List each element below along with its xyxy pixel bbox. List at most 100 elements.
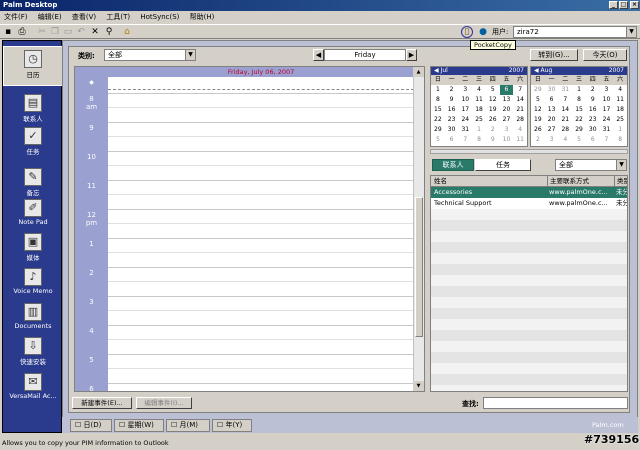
day-cell[interactable]: 25: [472, 115, 486, 125]
day-cell[interactable]: 17: [458, 105, 472, 115]
tab-year[interactable]: ☐ 年(Y): [212, 419, 252, 432]
day-cell[interactable]: 6: [545, 95, 559, 105]
table-row[interactable]: [431, 264, 627, 275]
find-icon[interactable]: ⚲: [104, 27, 114, 37]
paste-icon[interactable]: ▭: [63, 27, 73, 37]
day-cell[interactable]: 13: [500, 95, 514, 105]
table-row[interactable]: [431, 341, 627, 352]
sidebar-item-1[interactable]: ▤ 联系人: [3, 91, 63, 123]
day-cell[interactable]: 24: [600, 115, 614, 125]
day-cell[interactable]: 6: [499, 85, 514, 95]
day-cell[interactable]: 20: [500, 105, 514, 115]
col-category[interactable]: 类别: [614, 176, 627, 187]
day-cell[interactable]: 2: [445, 85, 459, 95]
scroll-down-icon[interactable]: ▼: [413, 381, 424, 391]
table-row[interactable]: [431, 374, 627, 385]
day-cell[interactable]: 5: [431, 135, 445, 145]
day-cell[interactable]: 3: [458, 85, 472, 95]
minimize-button[interactable]: _: [609, 1, 618, 9]
day-cell[interactable]: 23: [586, 115, 600, 125]
day-cell[interactable]: 17: [600, 105, 614, 115]
sidebar-item-0[interactable]: ◷ 日历: [3, 46, 63, 86]
table-row[interactable]: [431, 308, 627, 319]
sidebar-item-7[interactable]: ▥ Documents: [3, 300, 63, 330]
sidebar-item-9[interactable]: ✉ VersaMail Ac...: [3, 370, 63, 400]
day-cell[interactable]: 5: [486, 85, 500, 95]
day-cell[interactable]: 16: [586, 105, 600, 115]
day-cell[interactable]: 15: [572, 105, 586, 115]
day-cell[interactable]: 31: [558, 85, 572, 95]
day-cell[interactable]: 25: [613, 115, 627, 125]
day-cell[interactable]: 19: [486, 105, 500, 115]
tab-week[interactable]: ☐ 星期(W): [114, 419, 164, 432]
day-cell[interactable]: 10: [500, 135, 514, 145]
col-name[interactable]: 姓名: [434, 176, 447, 187]
sidebar-item-8[interactable]: ⇩ 快速安装: [3, 334, 63, 366]
day-cell[interactable]: 26: [531, 125, 545, 135]
day-cell[interactable]: 14: [513, 95, 527, 105]
cut-icon[interactable]: ✂: [37, 27, 47, 37]
sidebar-item-4[interactable]: ✐ Note Pad: [3, 196, 63, 226]
day-cell[interactable]: 18: [472, 105, 486, 115]
day-cell[interactable]: 24: [458, 115, 472, 125]
day-cell[interactable]: 2: [586, 85, 600, 95]
day-cell[interactable]: 7: [600, 135, 614, 145]
day-cell[interactable]: 5: [531, 95, 545, 105]
day-cell[interactable]: 21: [558, 115, 572, 125]
category-select[interactable]: 全部 ▼: [104, 49, 196, 61]
day-cell[interactable]: 11: [472, 95, 486, 105]
day-cell[interactable]: 11: [513, 135, 527, 145]
table-row[interactable]: [431, 352, 627, 363]
day-cell[interactable]: 8: [431, 95, 445, 105]
day-cell[interactable]: 1: [472, 125, 486, 135]
table-row[interactable]: [431, 253, 627, 264]
day-cell[interactable]: 3: [500, 125, 514, 135]
contact-filter-select[interactable]: 全部 ▼: [555, 159, 627, 171]
day-cell[interactable]: 28: [558, 125, 572, 135]
save-icon[interactable]: ▪: [3, 27, 13, 37]
day-cell[interactable]: 7: [458, 135, 472, 145]
day-cell[interactable]: 7: [513, 85, 527, 95]
undo-icon[interactable]: ↶: [76, 27, 86, 37]
table-row[interactable]: [431, 330, 627, 341]
day-cell[interactable]: 30: [545, 85, 559, 95]
goto-button[interactable]: 转到(G)...: [530, 49, 578, 61]
day-cell[interactable]: 27: [500, 115, 514, 125]
menu-tools[interactable]: 工具(T): [102, 11, 134, 24]
day-cell[interactable]: 22: [431, 115, 445, 125]
tab-day[interactable]: ☐ 日(D): [70, 419, 112, 432]
pocketcopy-icon[interactable]: ▯: [461, 26, 473, 38]
day-cell[interactable]: 30: [586, 125, 600, 135]
day-cell[interactable]: 16: [445, 105, 459, 115]
menu-hotsync[interactable]: HotSync(S): [136, 11, 183, 24]
day-cell[interactable]: 29: [531, 85, 545, 95]
table-row[interactable]: Technical Support www.palmOne.c... 未分: [431, 198, 627, 209]
sidebar-item-5[interactable]: ▣ 媒体: [3, 230, 63, 262]
scroll-thumb[interactable]: [415, 197, 423, 337]
print-icon[interactable]: ⎙: [17, 27, 27, 37]
mini-calendar-aug[interactable]: ◀ Aug 2007 日一二三四五六 29 30 31 1 2 3 4 5 6 7 8 9 10 11 12 13 1…: [530, 66, 628, 147]
day-cell[interactable]: 15: [431, 105, 445, 115]
day-cell[interactable]: 3: [545, 135, 559, 145]
new-event-button[interactable]: 新建事件(E)...: [72, 397, 132, 409]
day-cell[interactable]: 12: [531, 105, 545, 115]
tab-contacts[interactable]: 联系人: [432, 159, 474, 171]
day-cell[interactable]: 2: [486, 125, 500, 135]
day-cell[interactable]: 6: [445, 135, 459, 145]
vertical-scrollbar[interactable]: [413, 77, 424, 391]
tab-tasks[interactable]: 任务: [475, 159, 531, 171]
day-cell[interactable]: 9: [445, 95, 459, 105]
day-cell[interactable]: 4: [513, 125, 527, 135]
day-cell[interactable]: 28: [513, 115, 527, 125]
table-row[interactable]: [431, 231, 627, 242]
day-cell[interactable]: 5: [572, 135, 586, 145]
table-row[interactable]: [431, 297, 627, 308]
day-cell[interactable]: 27: [545, 125, 559, 135]
edit-event-button[interactable]: 编辑事件(I)...: [136, 397, 192, 409]
day-cell[interactable]: 8: [572, 95, 586, 105]
day-cell[interactable]: 4: [558, 135, 572, 145]
sidebar-item-2[interactable]: ✓ 任务: [3, 124, 63, 156]
menu-view[interactable]: 查看(V): [68, 11, 100, 24]
sidebar-item-6[interactable]: ♪ Voice Memo: [3, 265, 63, 295]
table-row[interactable]: [431, 385, 627, 391]
